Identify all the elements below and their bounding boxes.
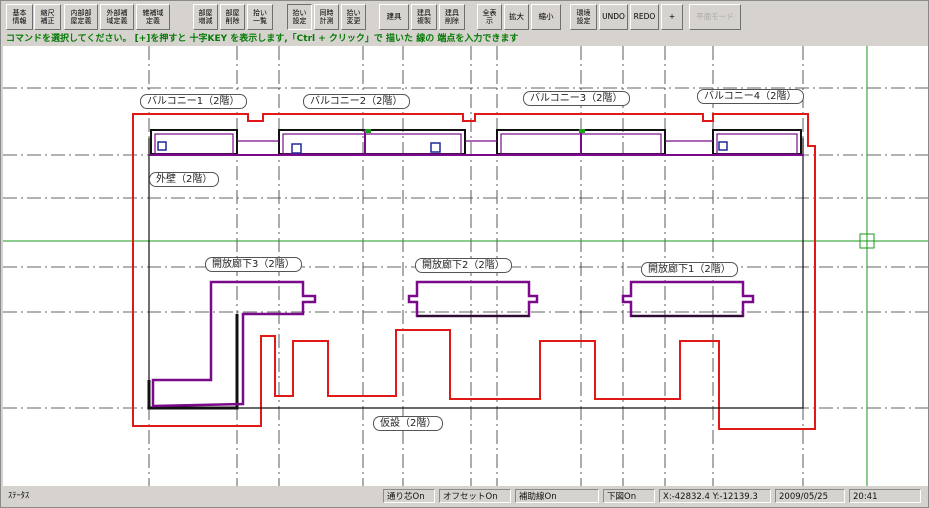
- fitting-delete-button[interactable]: 建具 削除: [439, 4, 465, 30]
- outer-wall-label: 外壁（2階）: [149, 172, 220, 187]
- room-adjust-button[interactable]: 部屋 増減: [193, 4, 218, 30]
- simultaneous-measure-button[interactable]: 同時 計測: [314, 4, 339, 30]
- grid-snap-status[interactable]: 通り芯On: [383, 489, 435, 503]
- takeoff-list-button[interactable]: 拾い 一覧: [247, 4, 273, 30]
- room-delete-button[interactable]: 部屋 削除: [220, 4, 245, 30]
- offset-status[interactable]: オフセットOn: [439, 489, 511, 503]
- balcony-4-label: バルコニー4（2階）: [697, 89, 804, 104]
- takeoff-settings-button[interactable]: 拾い 設定: [287, 4, 312, 30]
- status-label: ｽﾃｰﾀｽ: [8, 491, 30, 501]
- corridor-2-label: 開放廊下2（2階）: [415, 258, 512, 273]
- scale-correction-button[interactable]: 縮尺 補正: [34, 4, 61, 30]
- undo-button[interactable]: UNDO: [599, 4, 628, 30]
- define-interior-room-button[interactable]: 内部部 屋定義: [64, 4, 98, 30]
- coordinate-readout: X:-42832.4 Y:-12139.3: [659, 489, 771, 503]
- fitting-button[interactable]: 建具: [379, 4, 409, 30]
- corridor-2-outline: [407, 280, 539, 318]
- time-display: 20:41: [849, 489, 921, 503]
- underlay-status[interactable]: 下図On: [603, 489, 655, 503]
- zoom-in-button[interactable]: 拡大: [504, 4, 529, 30]
- crosshair-key-button[interactable]: +: [661, 4, 683, 30]
- drawing-canvas[interactable]: バルコニー1（2階） バルコニー2（2階） バルコニー3（2階） バルコニー4（…: [3, 46, 928, 486]
- toolbar: 基本 情報 縮尺 補正 内部部 屋定義 外部補 域定義 雑補域 定義 部屋 増減…: [3, 3, 928, 32]
- outer-wall-bottom-left: [147, 314, 239, 410]
- status-bar: ｽﾃｰﾀｽ 通り芯On オフセットOn 補助線On 下図On X:-42832.…: [3, 487, 928, 507]
- corridor-outline: [151, 280, 317, 408]
- plan-mode-button[interactable]: 平面モード: [689, 4, 741, 30]
- environment-settings-button[interactable]: 環境 設定: [570, 4, 597, 30]
- takeoff-change-button[interactable]: 拾い 変更: [341, 4, 366, 30]
- app-window: 基本 情報 縮尺 補正 内部部 屋定義 外部補 域定義 雑補域 定義 部屋 増減…: [0, 0, 929, 508]
- aux-line-status[interactable]: 補助線On: [515, 489, 599, 503]
- fitting-copy-button[interactable]: 建具 複製: [411, 4, 437, 30]
- balcony-3-label: バルコニー3（2階）: [523, 91, 630, 106]
- basic-info-button[interactable]: 基本 情報: [6, 4, 33, 30]
- corridor-1-label: 開放廊下1（2階）: [641, 262, 738, 277]
- define-exterior-area-button[interactable]: 外部補 域定義: [100, 4, 134, 30]
- corridor-3-label: 開放廊下3（2階）: [205, 257, 302, 272]
- balcony-walls: [150, 129, 802, 155]
- balcony-1-label: バルコニー1（2階）: [140, 94, 247, 109]
- command-prompt: コマンドを選択してください。 [+]を押すと 十字KEY を表示します,「Ctr…: [3, 33, 928, 45]
- corridor-1-outline: [621, 280, 755, 318]
- temporary-label: 仮設（2階）: [373, 416, 444, 431]
- zoom-out-button[interactable]: 縮小: [531, 4, 561, 30]
- redo-button[interactable]: REDO: [630, 4, 659, 30]
- show-all-button[interactable]: 全表 示: [477, 4, 502, 30]
- define-misc-area-button[interactable]: 雑補域 定義: [136, 4, 170, 30]
- date-display: 2009/05/25: [775, 489, 845, 503]
- balcony-2-label: バルコニー2（2階）: [303, 94, 410, 109]
